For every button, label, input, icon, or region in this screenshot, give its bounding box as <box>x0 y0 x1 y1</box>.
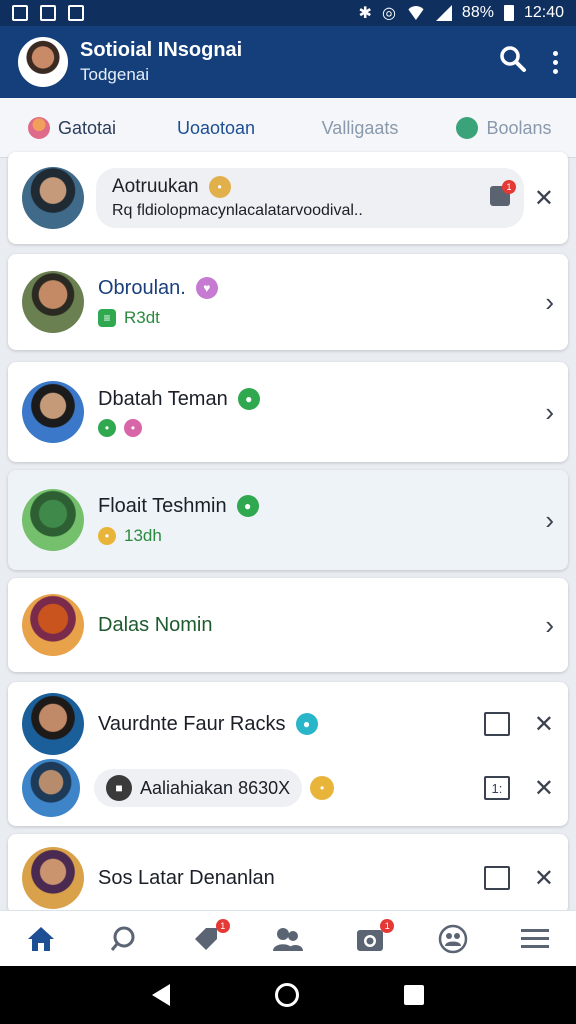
profile-avatar[interactable] <box>18 37 68 87</box>
system-nav <box>0 966 576 1024</box>
home-icon[interactable] <box>23 921 59 957</box>
notification-badge: 1 <box>215 918 230 933</box>
signal-icon <box>435 5 452 21</box>
clock: 12:40 <box>523 4 564 21</box>
chevron-right-icon[interactable]: › <box>545 505 554 536</box>
list-item[interactable]: Vaurdnte Faur Racks ● ✕ ■ Aaliahiakan 86… <box>8 682 568 826</box>
message-preview: Aaliahiakan 8630X <box>140 777 291 798</box>
list-item[interactable]: Dbatah Teman ● • • › <box>8 362 568 462</box>
game-icon: ■ <box>106 775 132 801</box>
more-options-icon[interactable] <box>553 50 558 74</box>
message-preview: Rq fldiolopmacynlacalatarvoodival.. <box>112 202 363 219</box>
list-item[interactable]: Dalas Nomin › <box>8 578 568 672</box>
emoji-icon: • <box>208 176 231 198</box>
back-icon[interactable] <box>152 984 171 1006</box>
emoji-icon: • <box>310 776 335 800</box>
list-item[interactable]: Sos Latar Denanlan ✕ <box>8 834 568 914</box>
status-indicators: ✱ ◎ 88% 12:40 <box>359 3 564 23</box>
close-icon[interactable]: ✕ <box>534 184 554 213</box>
image-icon <box>40 5 56 21</box>
chat-icon: • <box>98 418 116 437</box>
contact-name: Floait Teshmin <box>98 494 227 517</box>
menu-icon[interactable] <box>517 921 553 957</box>
avatar <box>22 847 84 909</box>
contact-name: Obroulan. <box>98 276 186 299</box>
home-button-icon[interactable] <box>274 983 299 1007</box>
contact-name: Dalas Nomin <box>98 613 213 636</box>
status-bar: ✱ ◎ 88% 12:40 <box>0 0 576 26</box>
list-item[interactable]: Floait Teshmin ● • 13dh › <box>8 470 568 570</box>
list-item[interactable]: Obroulan. ♥ ≡ R3dt › <box>8 254 568 350</box>
avatar <box>22 693 84 755</box>
avatar <box>22 489 84 551</box>
close-icon[interactable]: ✕ <box>534 864 554 893</box>
tab-label: Gatotai <box>57 117 117 138</box>
wifi-icon <box>405 6 426 20</box>
search-icon[interactable] <box>105 921 141 957</box>
globe-icon <box>456 116 479 139</box>
chevron-right-icon[interactable]: › <box>545 287 554 318</box>
window-icon[interactable] <box>483 866 510 890</box>
search-icon[interactable] <box>499 45 527 80</box>
window-icon[interactable]: 1: <box>483 776 510 800</box>
app-bar: Sotioial INsognai Todgenai <box>0 26 576 98</box>
groups-icon[interactable] <box>435 921 471 957</box>
avatar <box>22 759 80 817</box>
contact-name: Sos Latar Denanlan <box>98 866 275 889</box>
globe-icon: ● <box>236 495 259 517</box>
globe-icon: ● <box>295 713 318 735</box>
alarm-icon: ◎ <box>381 5 396 22</box>
bluetooth-icon: ✱ <box>358 5 372 22</box>
avatar <box>22 167 84 229</box>
list-item[interactable]: Aotruukan • Rq fldiolopmacynlacalatarvoo… <box>8 152 568 244</box>
battery-icon <box>503 5 514 21</box>
contact-name: Dbatah Teman <box>98 387 228 410</box>
status-text: R3dt <box>124 307 160 327</box>
chat-icon <box>68 5 84 21</box>
chevron-right-icon[interactable]: › <box>545 397 554 428</box>
emoji-icon: • <box>124 418 142 437</box>
tab-label: Valligaats <box>321 117 399 138</box>
gallery-icon <box>12 5 28 21</box>
emoji-icon: • <box>98 526 116 545</box>
chevron-right-icon[interactable]: › <box>545 610 554 641</box>
tag-icon[interactable]: 1 <box>188 918 230 957</box>
tab-label: Boolans <box>486 117 552 138</box>
recents-icon[interactable] <box>403 985 424 1005</box>
avatar <box>22 594 84 656</box>
close-icon[interactable]: ✕ <box>534 774 554 803</box>
bottom-nav: 1 1 <box>0 910 576 966</box>
notification-badge: 1 <box>380 918 395 933</box>
contact-name: Vaurdnte Faur Racks <box>98 712 286 735</box>
friends-icon[interactable] <box>270 921 306 957</box>
tab-label: Uoaotoan <box>176 117 256 138</box>
app-subtitle: Todgenai <box>80 65 150 84</box>
status-icon: ≡ <box>98 308 116 327</box>
heart-icon: ♥ <box>195 277 218 299</box>
message-bubble[interactable]: ■ Aaliahiakan 8630X <box>94 769 303 807</box>
window-icon[interactable] <box>483 712 510 736</box>
battery-percent: 88% <box>461 4 494 21</box>
notification-icons <box>12 5 84 21</box>
globe-icon: ● <box>237 388 260 410</box>
tab-boolans[interactable]: Boolans <box>432 98 576 158</box>
tab-uoaotoan[interactable]: Uoaotoan <box>144 98 288 158</box>
people-icon <box>27 116 50 139</box>
close-icon[interactable]: ✕ <box>534 710 554 739</box>
camera-icon[interactable]: 1 <box>352 918 395 957</box>
tab-valligaats[interactable]: Valligaats <box>288 98 432 158</box>
app-title: Sotioial INsognai <box>80 39 243 61</box>
message-bubble[interactable]: Aotruukan • Rq fldiolopmacynlacalatarvoo… <box>96 168 524 228</box>
avatar <box>22 381 84 443</box>
tab-gatotai[interactable]: Gatotai <box>0 98 144 158</box>
contact-name: Aotruukan <box>112 176 199 197</box>
avatar <box>22 271 84 333</box>
status-text: 13dh <box>124 525 162 545</box>
tab-bar: Gatotai Uoaotoan Valligaats Boolans <box>0 98 576 158</box>
notification-badge: 1 <box>502 180 516 194</box>
